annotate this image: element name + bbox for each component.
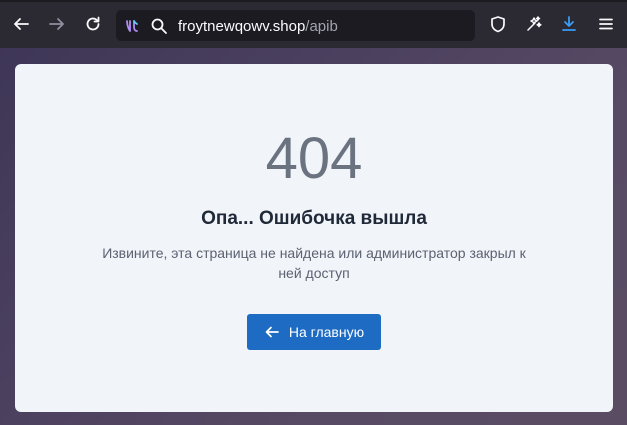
home-button[interactable]: На главную bbox=[247, 314, 381, 350]
error-message: Извините, эта страница не найдена или ад… bbox=[102, 245, 526, 281]
error-card: 404 Опа... Ошибочка вышла Извините, эта … bbox=[15, 64, 613, 412]
arrow-left-icon bbox=[14, 18, 29, 30]
browser-toolbar: froytnewqowv.shop/apib bbox=[0, 0, 627, 48]
url-text[interactable]: froytnewqowv.shop/apib bbox=[178, 18, 338, 35]
arrow-left-icon bbox=[265, 326, 279, 338]
home-button-label: На главную bbox=[288, 324, 365, 340]
url-path: /apib bbox=[305, 18, 338, 35]
url-domain: froytnewqowv.shop bbox=[178, 18, 306, 35]
shield-icon bbox=[491, 16, 505, 33]
search-icon bbox=[151, 18, 167, 34]
back-button[interactable] bbox=[9, 12, 33, 36]
error-code: 404 bbox=[265, 126, 363, 191]
address-bar[interactable]: froytnewqowv.shop/apib bbox=[116, 10, 475, 41]
hamburger-menu-icon bbox=[599, 18, 613, 30]
forward-button[interactable] bbox=[45, 12, 69, 36]
tracking-protection-button[interactable] bbox=[486, 12, 510, 36]
arrow-right-icon bbox=[49, 18, 64, 30]
extensions-button[interactable] bbox=[522, 12, 546, 36]
error-title: Опа... Ошибочка вышла bbox=[201, 208, 427, 229]
reload-button[interactable] bbox=[81, 12, 105, 36]
extensions-icon bbox=[527, 16, 542, 31]
download-icon bbox=[562, 16, 576, 31]
site-identity-icon[interactable] bbox=[123, 17, 141, 35]
reload-icon bbox=[86, 16, 100, 31]
downloads-button[interactable] bbox=[557, 12, 581, 36]
menu-button[interactable] bbox=[594, 12, 618, 36]
